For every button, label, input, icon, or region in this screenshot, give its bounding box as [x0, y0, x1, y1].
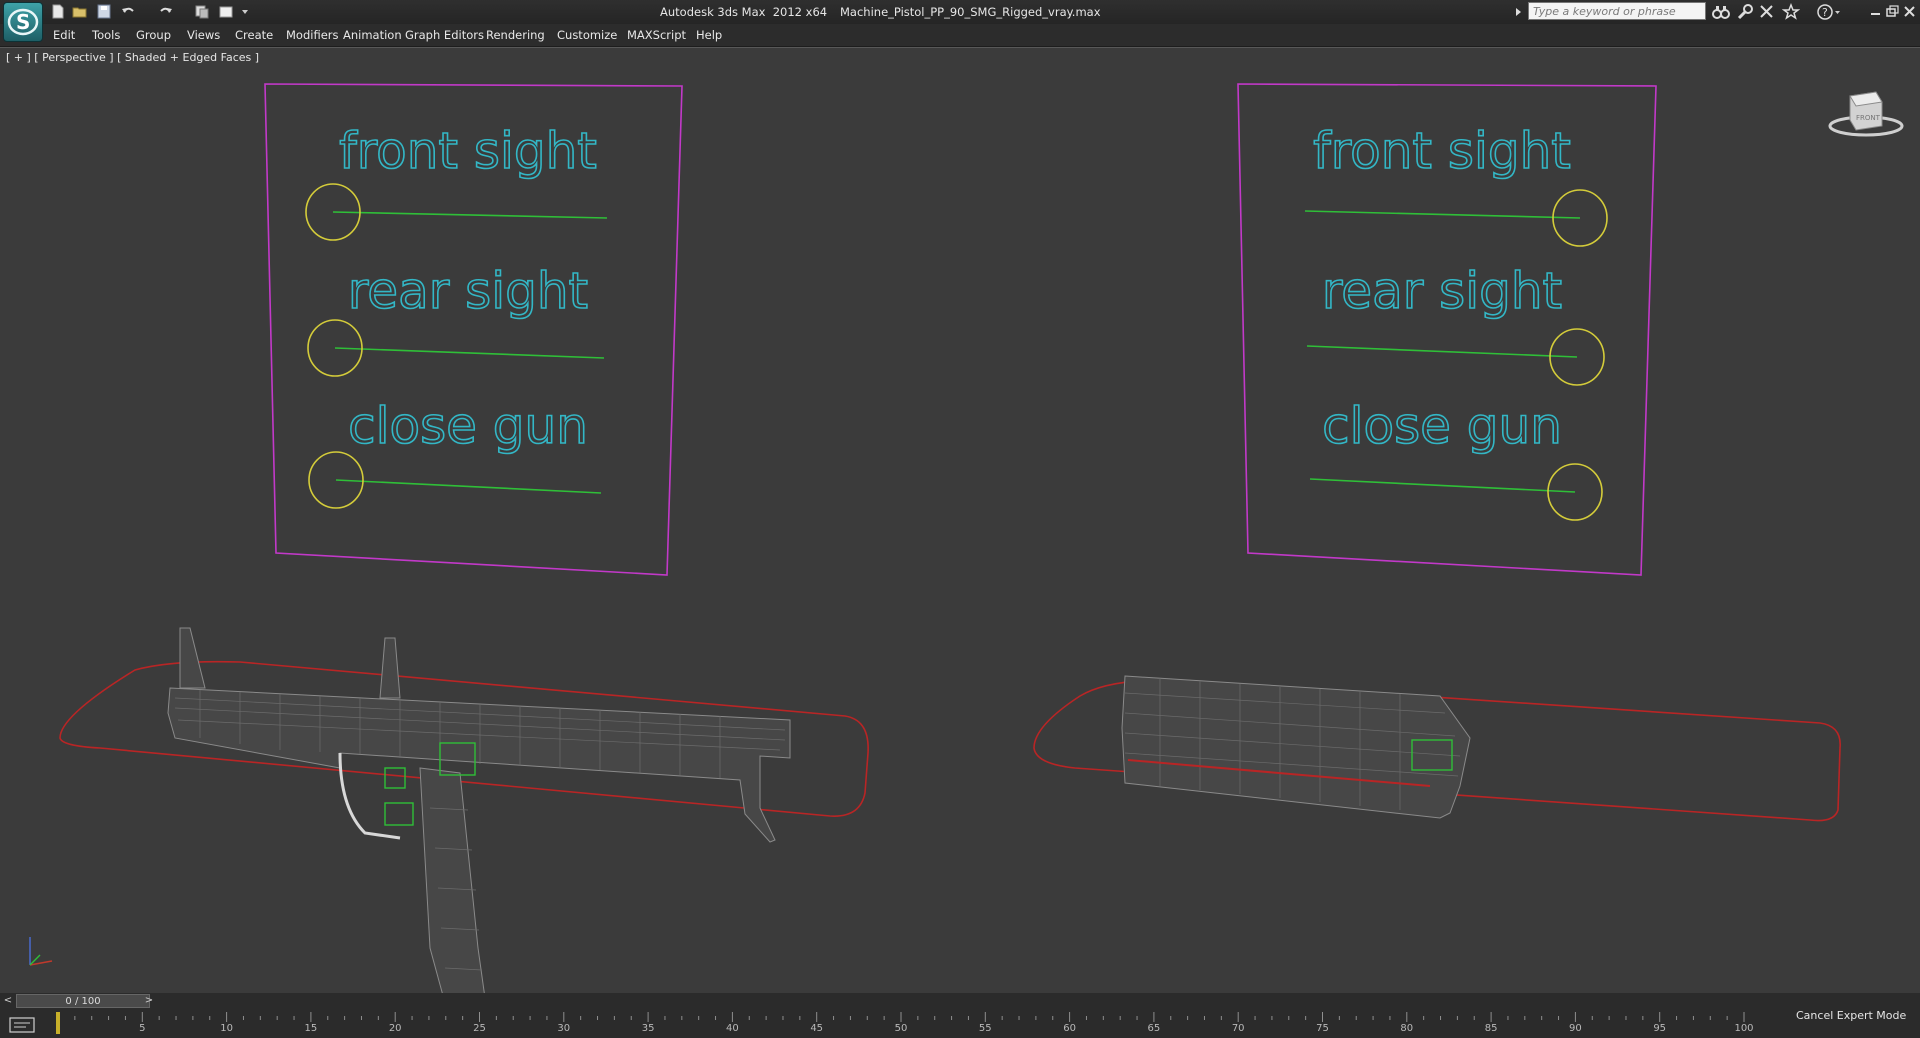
binoculars-icon[interactable] [1712, 3, 1730, 20]
menu-rendering[interactable]: Rendering [486, 28, 545, 42]
svg-text:?: ? [1822, 6, 1828, 19]
new-file-icon[interactable] [49, 3, 67, 20]
viewport-scene: front sight rear sight close gun front s… [59, 83, 1841, 993]
menu-create[interactable]: Create [235, 28, 273, 42]
timeline-tick-label: 20 [388, 1023, 402, 1034]
timeline-tick-label: 10 [220, 1023, 233, 1034]
menu-graph-editors[interactable]: Graph Editors [405, 28, 484, 42]
timeline-tick-label: 70 [1231, 1023, 1245, 1034]
project-folder-icon[interactable] [193, 3, 211, 20]
current-frame-marker[interactable] [56, 1012, 60, 1034]
restore-icon[interactable] [1884, 2, 1900, 20]
viewport-icon[interactable] [217, 3, 235, 20]
help-icon[interactable]: ? [1816, 3, 1840, 20]
timeline-tick-label: 95 [1653, 1023, 1667, 1034]
timeline-tick-label: 35 [641, 1023, 655, 1034]
label-close-gun-left: close gun [348, 397, 588, 455]
slider-track-close-gun-left [335, 479, 602, 494]
cancel-expert-mode-button[interactable]: Cancel Expert Mode [1792, 1010, 1911, 1022]
label-close-gun-right: close gun [1322, 397, 1562, 455]
timeline-tick-label: 5 [139, 1023, 146, 1034]
menu-tools[interactable]: Tools [92, 28, 120, 42]
app-title: Autodesk 3ds Max 2012 x64 [660, 5, 828, 19]
menu-customize[interactable]: Customize [557, 28, 617, 42]
menu-group[interactable]: Group [136, 28, 171, 42]
redo-icon[interactable] [157, 3, 175, 20]
timeline-tick-label: 30 [557, 1023, 571, 1034]
search-input[interactable] [1528, 2, 1706, 20]
slider-track-rear-sight-left [334, 347, 605, 359]
prev-frame-icon[interactable]: < [1, 994, 15, 1008]
timeline-tick-label: 75 [1316, 1023, 1329, 1034]
label-rear-sight-left: rear sight [348, 262, 588, 320]
viewcube-face-label: FRONT [1856, 114, 1881, 122]
timeline-tick-label: 25 [473, 1023, 486, 1034]
menu-modifiers[interactable]: Modifiers [286, 28, 339, 42]
slider-track-front-sight-right [1304, 210, 1581, 219]
minimize-icon[interactable] [1868, 2, 1884, 20]
open-file-icon[interactable] [71, 3, 89, 20]
star-settings-icon[interactable] [1758, 3, 1776, 20]
save-icon[interactable] [95, 3, 113, 20]
time-bar: < 0 / 100 > [0, 993, 1920, 1010]
gun-wireframe-right [1121, 675, 1471, 819]
timeline-tick-label: 65 [1147, 1023, 1161, 1034]
slider-track-close-gun-right [1309, 478, 1576, 493]
curve-editor-icon[interactable] [8, 1015, 38, 1035]
control-panel-left: front sight rear sight close gun [264, 83, 683, 576]
expand-arrow-icon[interactable] [1512, 3, 1524, 20]
viewcube[interactable]: FRONT [1826, 82, 1906, 142]
menu-views[interactable]: Views [187, 28, 220, 42]
timeline-tick-label: 55 [978, 1023, 992, 1034]
timeline-tick-label: 90 [1569, 1023, 1582, 1034]
menu-maxscript[interactable]: MAXScript [627, 28, 686, 42]
label-front-sight-left: front sight [339, 122, 597, 180]
timeline-tick-label: 100 [1734, 1023, 1754, 1034]
timeline-tick-label: 80 [1400, 1023, 1414, 1034]
close-icon[interactable] [1902, 2, 1918, 20]
slider-track-front-sight-left [332, 211, 608, 219]
timeline-tick-label: 50 [894, 1023, 908, 1034]
dropdown-arrow-icon[interactable] [240, 3, 250, 20]
timeline-tick-label: 45 [810, 1023, 824, 1034]
slider-track-rear-sight-right [1306, 345, 1578, 358]
file-name: Machine_Pistol_PP_90_SMG_Rigged_vray.max [840, 5, 1101, 19]
gun-unfolded-model[interactable] [59, 627, 869, 993]
track-bar[interactable]: 5 10 15 20 25 30 35 40 45 50 55 60 65 70 75 80 85 90 95 100 [0, 1010, 1920, 1038]
control-panel-right: front sight rear sight close gun [1237, 83, 1657, 576]
timeline-tick-label: 60 [1063, 1023, 1076, 1034]
time-slider[interactable]: 0 / 100 [16, 994, 150, 1008]
perspective-viewport[interactable]: [ + ] [ Perspective ] [ Shaded + Edged F… [0, 47, 1920, 994]
favorite-star-icon[interactable] [1781, 2, 1801, 20]
gun-folded-model[interactable] [1033, 675, 1841, 822]
app-logo[interactable]: S [3, 2, 43, 42]
label-rear-sight-right: rear sight [1322, 262, 1562, 320]
svg-text:S: S [16, 10, 30, 34]
menu-bar: Edit Tools Group Views Create Modifiers … [0, 24, 1920, 47]
menu-edit[interactable]: Edit [53, 28, 75, 42]
menu-help[interactable]: Help [696, 28, 722, 42]
undo-icon[interactable] [119, 3, 137, 20]
title-bar: Autodesk 3ds Max 2012 x64 Machine_Pistol… [0, 0, 1920, 24]
timeline-tick-label: 85 [1484, 1023, 1498, 1034]
menu-animation[interactable]: Animation [343, 28, 402, 42]
label-front-sight-right: front sight [1313, 122, 1571, 180]
time-slider-label: 0 / 100 [65, 996, 101, 1007]
next-frame-icon[interactable]: > [142, 994, 156, 1008]
wrench-icon[interactable] [1736, 3, 1754, 20]
timeline-tick-label: 15 [304, 1023, 318, 1034]
axis-tripod [29, 937, 53, 966]
timeline-tick-label: 40 [726, 1023, 739, 1034]
